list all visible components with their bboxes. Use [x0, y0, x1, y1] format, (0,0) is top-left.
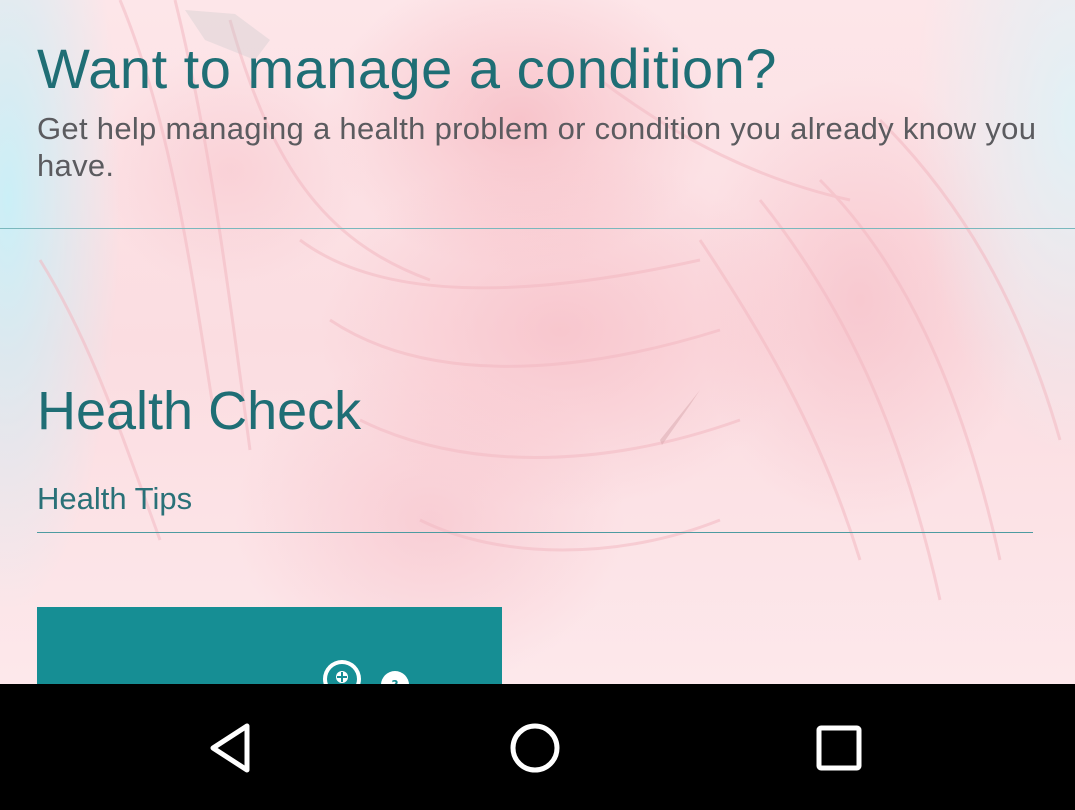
- main-content: Want to manage a condition? Get help man…: [0, 0, 1075, 684]
- back-triangle-icon[interactable]: [205, 720, 261, 776]
- android-navigation-bar: [0, 684, 1075, 810]
- section-divider: [0, 228, 1075, 229]
- health-tips-underline: [37, 532, 1033, 533]
- health-tips-link[interactable]: Health Tips: [37, 481, 192, 517]
- condition-title: Want to manage a condition?: [37, 37, 777, 100]
- recent-apps-square-icon[interactable]: [811, 720, 867, 776]
- home-circle-icon[interactable]: [507, 720, 563, 776]
- health-check-title: Health Check: [37, 381, 362, 441]
- condition-description: Get help managing a health problem or co…: [37, 111, 1037, 183]
- user-health-icon: [323, 660, 361, 684]
- question-icon: ?: [381, 671, 409, 684]
- health-check-card[interactable]: ?: [37, 607, 502, 684]
